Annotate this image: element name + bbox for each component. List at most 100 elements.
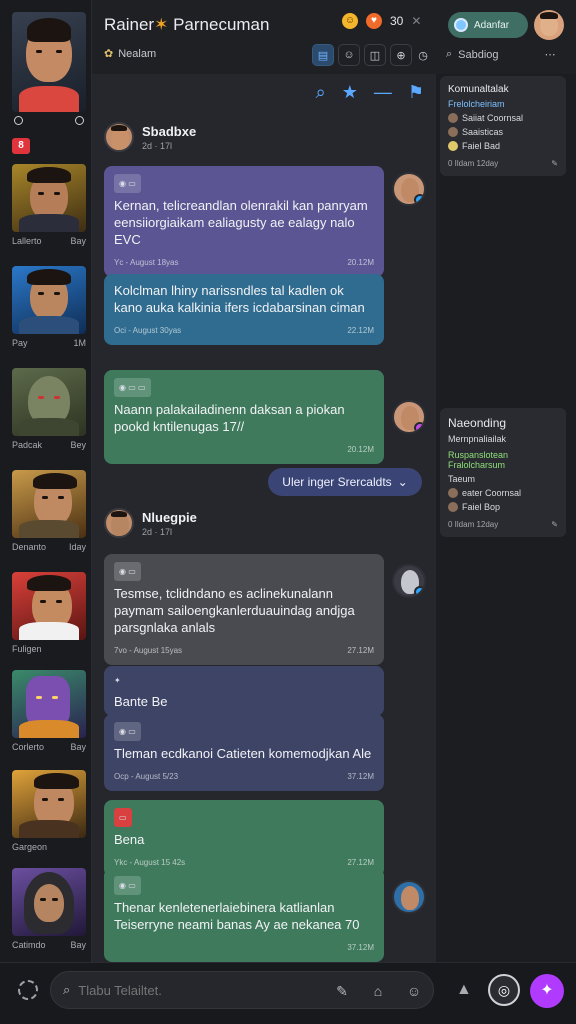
activity-panel: ⌕ Sabdiog ⋯ Komunaltalak Frelolcheiriam … [436,48,576,962]
message-text: Tesmse, tclidndano es aclinekunalann pay… [114,586,355,635]
room-item[interactable]: Corlerto Bay [12,670,86,752]
chat-title-name: Rainer [104,15,155,34]
message-bubble[interactable]: ◉ ▭ Thenar kenletenerlaiebinera katlianl… [104,868,384,962]
star-icon[interactable]: ★ [342,82,358,103]
jump-to-latest-button[interactable]: Uler inger Srercaldts ⌄ [268,468,422,496]
card-highlight: Ruspanslotean [448,450,509,460]
room-name: Gargeon [12,842,48,852]
search-icon[interactable]: ⌕ [316,82,326,103]
user-icon [448,502,458,512]
room-thumbnail [12,266,86,334]
close-icon[interactable]: ✕ [411,14,421,28]
message-input[interactable] [78,982,299,998]
card-row: Taeum [448,474,476,484]
room-thumbnail [12,770,86,838]
edit-icon[interactable]: ✎ [551,520,558,529]
room-item[interactable]: Pay 1M [12,266,86,348]
message-bubble[interactable]: Kolclman lhiny narissndles tal kadlen ok… [104,274,384,345]
message-date: Ocp - August 5/23 [114,772,179,781]
advance-label: Adanfar [474,19,510,31]
room-thumbnail [12,868,86,936]
grid-icon: ▤ [317,49,329,62]
card-highlight: Frelolcheiriam [448,99,505,109]
user-icon [448,488,458,498]
magic-send-button[interactable]: ✦ [530,974,564,1008]
message-time: 37.12M [347,943,374,952]
search-icon: ⌕ [63,982,71,997]
activity-card[interactable]: Komunaltalak Frelolcheiriam Saiiat Coorn… [440,76,566,176]
edit-icon[interactable]: ✎ [551,159,558,168]
card-meta: 0 Ildam 12day [448,520,499,529]
panel-search-label: Sabdiog [458,48,499,61]
message-time: 37.12M [347,772,374,781]
message-time: 20.12M [347,445,374,454]
room-name: Corlerto [12,742,45,752]
room-name: Padcak [12,440,43,450]
message-time: 20.12M [347,258,374,267]
tab-emoji[interactable]: ☺ [338,44,360,66]
message-bubble[interactable]: ✦ Bante Be [104,666,384,716]
room-meta: Bay [70,236,86,246]
room-item[interactable]: Padcak Bey [12,368,86,450]
emoji-icon[interactable]: ☺ [405,982,423,1000]
reader-avatar[interactable] [392,564,426,598]
clock-icon: ◷ [418,49,428,62]
sender-avatar[interactable] [104,508,134,538]
reader-avatar[interactable] [392,172,426,206]
tab-grid[interactable]: ▤ [312,44,334,66]
reader-avatar[interactable] [392,400,426,434]
activity-card[interactable]: Naeonding Mernpnaliailak Ruspanslotean F… [440,408,566,537]
leaf-icon: ✿ [104,48,114,60]
advance-button[interactable]: Adanfar [448,12,528,38]
coin-icon[interactable]: ☺ [342,13,358,29]
chat-subtitle-text: Nealam [118,47,157,60]
sender-header: Sbadbxe 2d · 17l [104,122,196,152]
reader-avatar[interactable] [392,880,426,914]
settings-ring-icon[interactable] [75,116,84,125]
current-user-avatar[interactable] [12,12,86,112]
message-bubble[interactable]: ◉ ▭ ▭ Naann palakailadinenn daksan a pio… [104,370,384,464]
room-item[interactable]: Lallerto Bay [12,164,86,246]
pin-icon[interactable]: ⚑ [408,82,424,103]
record-button[interactable]: ◎ [488,974,520,1006]
message-bubble[interactable]: ▭ Bena Ykc - August 15 42s 27.12M [104,800,384,877]
tab-clock[interactable]: ◷ [412,44,434,66]
header-stats: ☺ ♥ 30 ✕ [342,13,421,29]
message-bubble[interactable]: ◉ ▭ Tleman ecdkanoi Catieten komemodjkan… [104,714,384,791]
home-icon[interactable]: ⌂ [369,982,387,1000]
globe-badge-icon [454,18,468,32]
room-item[interactable]: Catimdo Bay [12,868,86,950]
room-thumbnail [12,572,86,640]
message-bubble[interactable]: ◉ ▭ Tesmse, tclidndano es aclinekunalann… [104,554,384,665]
chat-title-suffix: Parnecuman [173,15,270,34]
card-row: Saaisticas [462,127,504,137]
pencil-icon[interactable]: ✎ [333,982,351,1000]
tab-globe[interactable]: ⊕ [390,44,412,66]
card-title: Komunaltalak [448,84,509,95]
notification-badge[interactable]: 8 [12,138,30,154]
composer-bar: ⌕ ✎ ⌂ ☺ ▲ ◎ ✦ [0,962,576,1024]
sparkle-icon: ✦ [540,982,554,999]
upload-icon[interactable]: ▲ [456,981,472,999]
room-item[interactable]: Fuligen [12,572,86,654]
room-sidebar: 8 Lallerto Bay Pay 1M Padcak Bey Denanto… [0,0,92,962]
panel-search[interactable]: ⌕ Sabdiog ⋯ [446,48,556,61]
tab-gift[interactable]: ◫ [364,44,386,66]
minus-icon[interactable]: — [374,82,392,103]
message-text: Thenar kenletenerlaiebinera katlianlan T… [114,900,360,932]
tag-icon: ◉ ▭ ▭ [114,378,151,397]
message-composer[interactable]: ⌕ ✎ ⌂ ☺ [50,971,434,1009]
message-bubble[interactable]: ◉ ▭ Kernan, telicreandlan olenrakil kan … [104,166,384,277]
message-time: 22.12M [347,326,374,335]
room-name: Fuligen [12,644,42,654]
profile-avatar[interactable] [534,10,564,40]
gear-icon[interactable] [18,980,38,1000]
fire-coin-icon[interactable]: ♥ [366,13,382,29]
room-item[interactable]: Gargeon [12,770,86,852]
star-icon: ✶ [154,15,169,34]
message-text: Bante Be [114,694,168,709]
room-item[interactable]: Denanto Iday [12,470,86,552]
sender-avatar[interactable] [104,122,134,152]
user-status-row [14,116,84,125]
more-icon[interactable]: ⋯ [545,48,556,61]
